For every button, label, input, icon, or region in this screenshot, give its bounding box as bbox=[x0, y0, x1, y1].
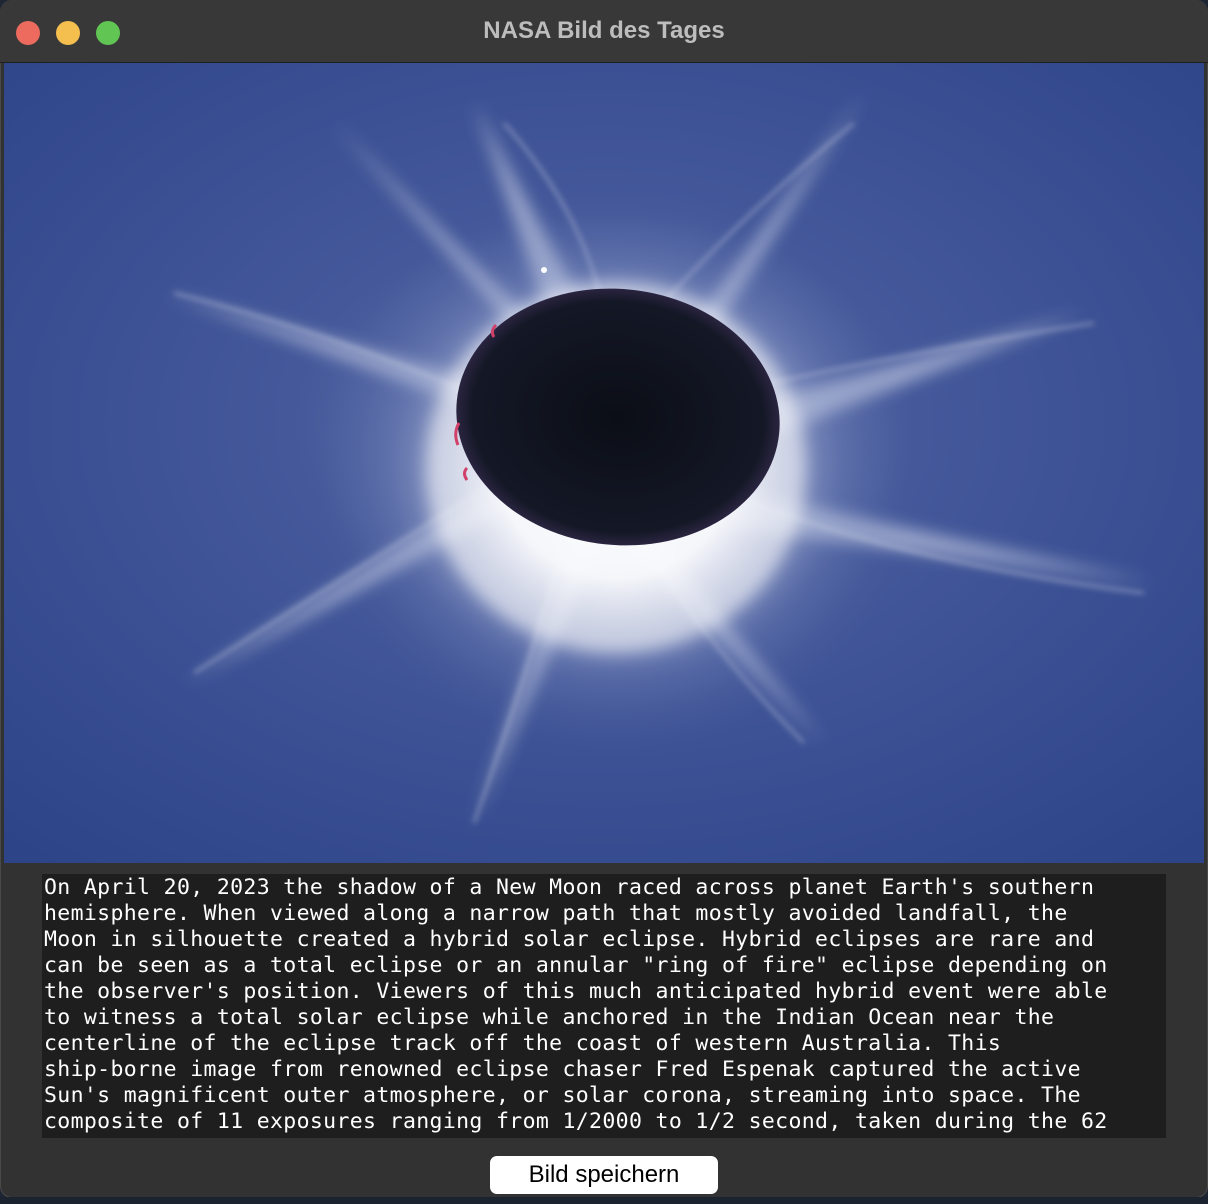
description-line: Moon in silhouette created a hybrid sola… bbox=[44, 927, 1095, 952]
description-line: On April 20, 2023 the shadow of a New Mo… bbox=[44, 875, 1095, 900]
description-line: the observer's position. Viewers of this… bbox=[44, 979, 1108, 1004]
window-title: NASA Bild des Tages bbox=[483, 17, 725, 44]
app-window: NASA Bild des Tages On April 20, 2023 th… bbox=[0, 0, 1208, 1198]
description-line: ship-borne image from renowned eclipse c… bbox=[44, 1057, 1081, 1082]
save-image-button[interactable]: Bild speichern bbox=[490, 1156, 718, 1194]
eclipse-photo bbox=[4, 63, 1204, 863]
description-line: hemisphere. When viewed along a narrow p… bbox=[44, 901, 1068, 926]
description-line: Sun's magnificent outer atmosphere, or s… bbox=[44, 1083, 1081, 1108]
description-line: to witness a total solar eclipse while a… bbox=[44, 1005, 1055, 1030]
description-text: On April 20, 2023 the shadow of a New Mo… bbox=[42, 874, 1166, 1138]
description-line: centerline of the eclipse track off the … bbox=[44, 1031, 1002, 1056]
description-line: composite of 11 exposures ranging from 1… bbox=[44, 1109, 1108, 1134]
description-line: can be seen as a total eclipse or an ann… bbox=[44, 953, 1108, 978]
background-window-edge bbox=[0, 1197, 1208, 1204]
title-bar: NASA Bild des Tages bbox=[0, 0, 1208, 63]
